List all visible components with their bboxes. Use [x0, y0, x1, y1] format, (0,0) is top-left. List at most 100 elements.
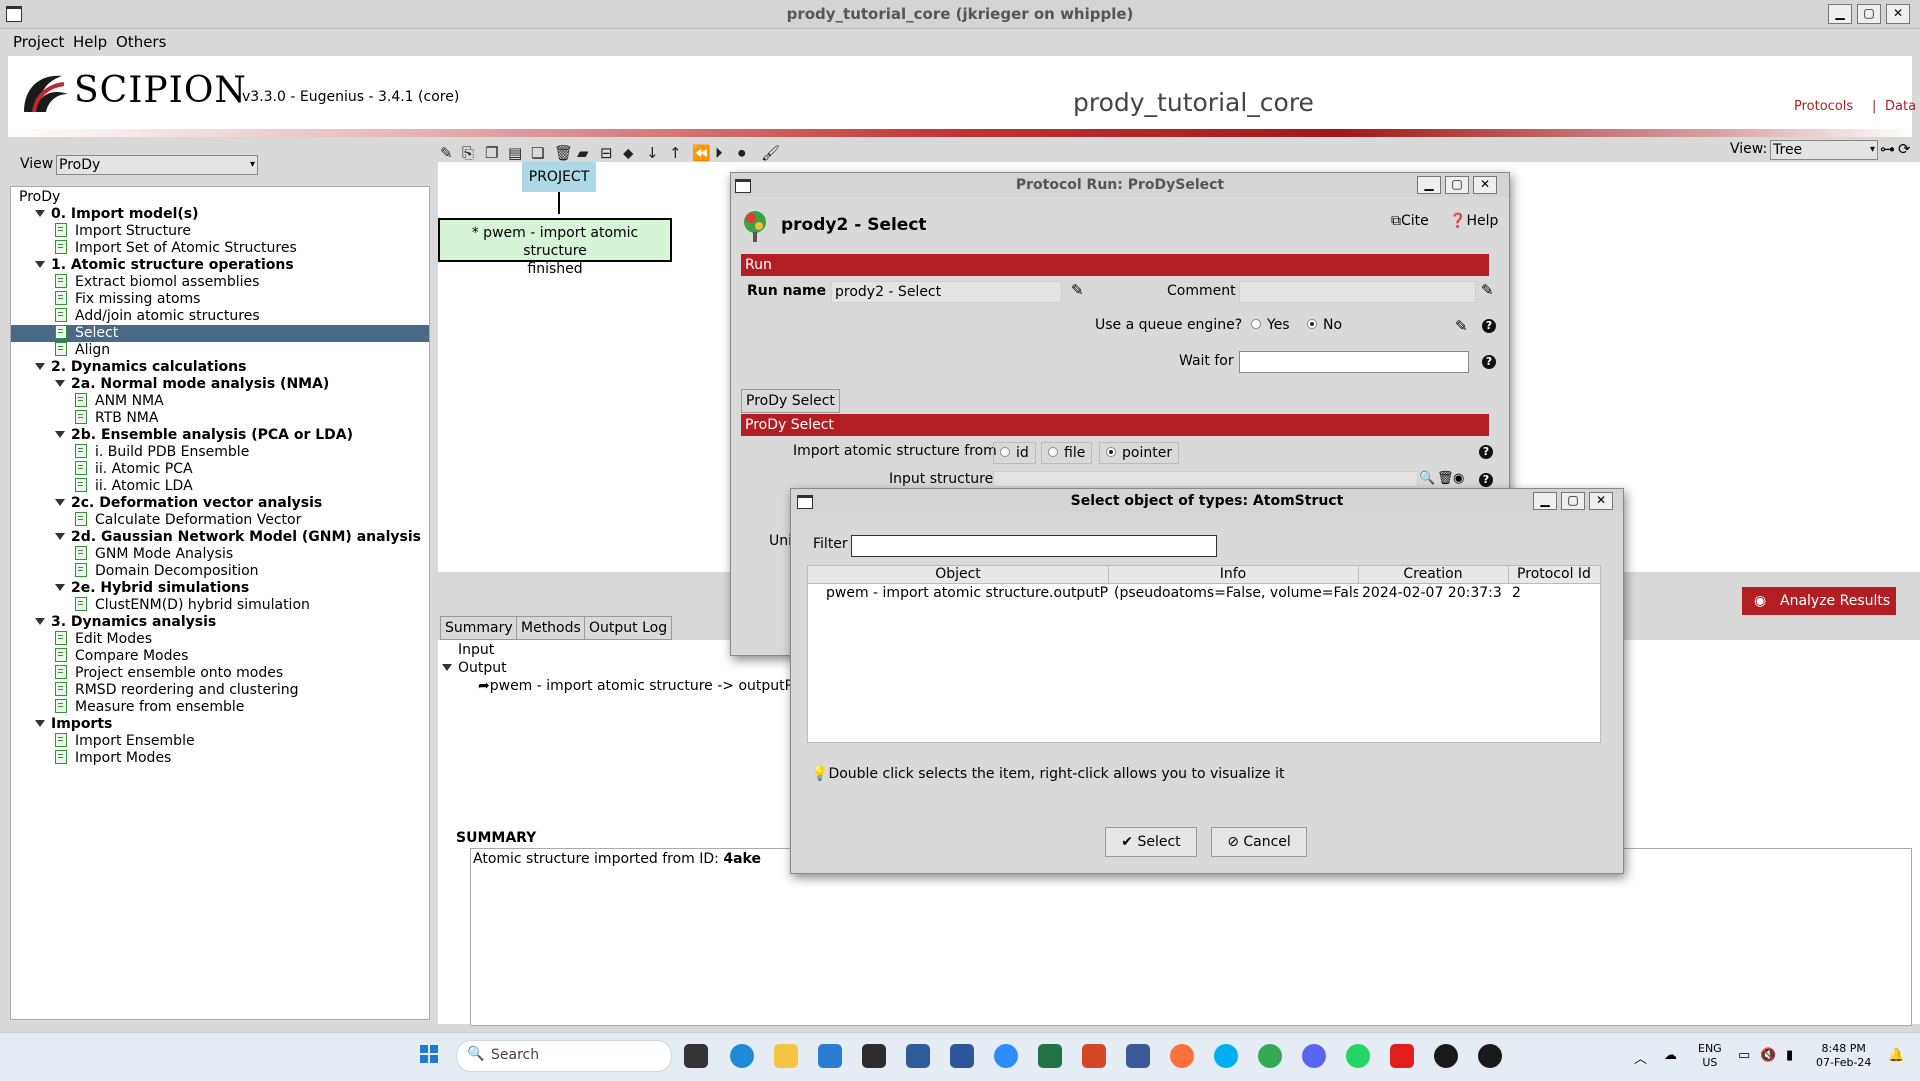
tree-item[interactable]: GNM Mode Analysis — [75, 546, 233, 563]
filter-input[interactable] — [851, 535, 1217, 557]
search-icon[interactable]: 🔍 — [1419, 471, 1435, 486]
help-icon[interactable]: ? — [1482, 355, 1496, 369]
duplicate-icon[interactable]: ❐ — [485, 144, 498, 162]
terminal-icon[interactable] — [862, 1044, 886, 1068]
menu-help[interactable]: Help — [73, 33, 107, 51]
close-button[interactable]: ✕ — [1589, 492, 1613, 510]
objects-table[interactable]: Object Info Creation Protocol Id pwem - … — [807, 565, 1601, 743]
cite-button[interactable]: ⧉Cite — [1391, 213, 1429, 229]
clipboard-icon[interactable]: ▤ — [508, 144, 522, 162]
tree-group[interactable]: 0. Import model(s) — [35, 206, 199, 223]
menu-others[interactable]: Others — [116, 33, 166, 51]
wait-for-field[interactable] — [1239, 351, 1469, 373]
clock[interactable]: 8:48 PM 07-Feb-24 — [1816, 1042, 1871, 1070]
tree-item[interactable]: ClustENM(D) hybrid simulation — [75, 597, 310, 614]
tab-methods[interactable]: Methods — [516, 616, 586, 640]
powerpoint-icon[interactable] — [1082, 1044, 1106, 1068]
acrobat-icon[interactable] — [1390, 1044, 1414, 1068]
run-name-field[interactable]: prody2 - Select — [831, 281, 1062, 303]
minimize-button[interactable]: ▁ — [1828, 4, 1852, 24]
import-from-pointer-radio[interactable]: pointer — [1099, 442, 1180, 464]
cancel-button[interactable]: ⊘ Cancel — [1211, 827, 1307, 857]
tag-icon[interactable]: ⬥ — [623, 144, 634, 162]
whatsapp-icon[interactable] — [1346, 1044, 1370, 1068]
tree-item[interactable]: Calculate Deformation Vector — [75, 512, 301, 529]
close-button[interactable]: ✕ — [1886, 4, 1910, 24]
tree-item[interactable]: RMSD reordering and clustering — [55, 682, 298, 699]
delete-icon[interactable]: 🗑 — [554, 144, 573, 162]
queue-yes-radio[interactable]: Yes — [1251, 317, 1290, 333]
copy-icon[interactable]: ⎘ — [462, 144, 474, 162]
column-protocol-id[interactable]: Protocol Id — [1508, 566, 1600, 583]
tree-item[interactable]: ANM NMA — [75, 393, 164, 410]
tree-group[interactable]: ProDy — [19, 189, 60, 206]
tree-group[interactable]: 1. Atomic structure operations — [35, 257, 294, 274]
play-icon[interactable]: ⏵ — [715, 144, 723, 162]
close-button[interactable]: ✕ — [1473, 176, 1497, 194]
run-node[interactable]: * pwem - import atomic structure finishe… — [438, 218, 672, 277]
arrow-up-icon[interactable]: ↑ — [669, 144, 682, 162]
battery-icon[interactable]: ▮ — [1786, 1048, 1793, 1063]
scipion-app-icon[interactable] — [1434, 1044, 1458, 1068]
help-button[interactable]: ❓Help — [1449, 213, 1498, 229]
tree-group[interactable]: 2b. Ensemble analysis (PCA or LDA) — [55, 427, 353, 444]
select-button[interactable]: ✔ Select — [1105, 827, 1197, 857]
tree-group[interactable]: 2e. Hybrid simulations — [55, 580, 249, 597]
tree-item[interactable]: Select — [11, 325, 429, 342]
tree-item[interactable]: Align — [55, 342, 110, 359]
taskbar-search-box[interactable]: 🔍 Search — [456, 1040, 672, 1072]
help-icon[interactable]: ? — [1479, 473, 1493, 487]
zoom-icon[interactable] — [994, 1044, 1018, 1068]
minimize-button[interactable]: ▁ — [1533, 492, 1557, 510]
tree-item[interactable]: Edit Modes — [55, 631, 152, 648]
paste-icon[interactable]: ❏ — [531, 144, 544, 162]
import-from-file-radio[interactable]: file — [1041, 442, 1093, 464]
tree-item[interactable]: Domain Decomposition — [75, 563, 259, 580]
brush-icon[interactable]: 🖌 — [761, 144, 780, 162]
tab-summary[interactable]: Summary — [440, 616, 518, 640]
graph-view-select[interactable]: Tree ▾ — [1770, 140, 1878, 160]
input-node[interactable]: Input — [458, 642, 494, 658]
protocols-link[interactable]: Protocols — [1794, 99, 1853, 114]
language-indicator[interactable]: ENG US — [1698, 1042, 1722, 1070]
arrow-down-icon[interactable]: ↓ — [646, 144, 659, 162]
maximize-button[interactable]: ▢ — [1561, 492, 1585, 510]
tree-group[interactable]: 2d. Gaussian Network Model (GNM) analysi… — [55, 529, 421, 546]
chevron-up-icon[interactable]: ︿ — [1634, 1048, 1647, 1067]
help-icon[interactable]: ? — [1482, 319, 1496, 333]
table-row[interactable]: pwem - import atomic structure.outputPdb… — [808, 584, 1600, 602]
maximize-button[interactable]: ▢ — [1857, 4, 1881, 24]
edit-icon[interactable]: ✎ — [1071, 281, 1084, 299]
tree-item[interactable]: Import Set of Atomic Structures — [55, 240, 297, 257]
folder-open-icon[interactable]: ▰ — [577, 144, 589, 162]
tree-layout-icon[interactable]: ⊶ — [1880, 140, 1895, 158]
tree-item[interactable]: Import Ensemble — [55, 733, 195, 750]
analyze-results-button[interactable]: ◉ Analyze Results — [1742, 587, 1896, 615]
output-node[interactable]: Output — [442, 660, 507, 676]
chrome-icon[interactable] — [1258, 1044, 1282, 1068]
tree-group[interactable]: Imports — [35, 716, 112, 733]
column-creation[interactable]: Creation — [1358, 566, 1509, 583]
tab-output-log[interactable]: Output Log — [584, 616, 673, 640]
help-icon[interactable]: ? — [1479, 445, 1493, 459]
maximize-button[interactable]: ▢ — [1445, 176, 1469, 194]
tree-group[interactable]: 2c. Deformation vector analysis — [55, 495, 322, 512]
tree-group[interactable]: 2a. Normal mode analysis (NMA) — [55, 376, 329, 393]
tree-group[interactable]: 2. Dynamics calculations — [35, 359, 246, 376]
edit-icon[interactable]: ✎ — [440, 144, 453, 162]
tree-item[interactable]: Fix missing atoms — [55, 291, 200, 308]
excel-icon[interactable] — [1038, 1044, 1062, 1068]
scipion-app-icon-2[interactable] — [1478, 1044, 1502, 1068]
task-view-icon[interactable] — [684, 1044, 708, 1068]
edit-icon[interactable]: ✎ — [1455, 317, 1468, 335]
import-from-id-radio[interactable]: id — [993, 442, 1036, 464]
file-explorer-icon[interactable] — [774, 1044, 798, 1068]
tree-item[interactable]: i. Build PDB Ensemble — [75, 444, 249, 461]
edit-icon[interactable]: ✎ — [1481, 281, 1494, 299]
menu-project[interactable]: Project — [13, 33, 64, 51]
tree-item[interactable]: RTB NMA — [75, 410, 158, 427]
word-icon[interactable] — [950, 1044, 974, 1068]
stop-circle-icon[interactable]: ⏺ — [738, 144, 746, 162]
input-structure-field[interactable] — [993, 471, 1418, 487]
vscode-icon[interactable] — [818, 1044, 842, 1068]
